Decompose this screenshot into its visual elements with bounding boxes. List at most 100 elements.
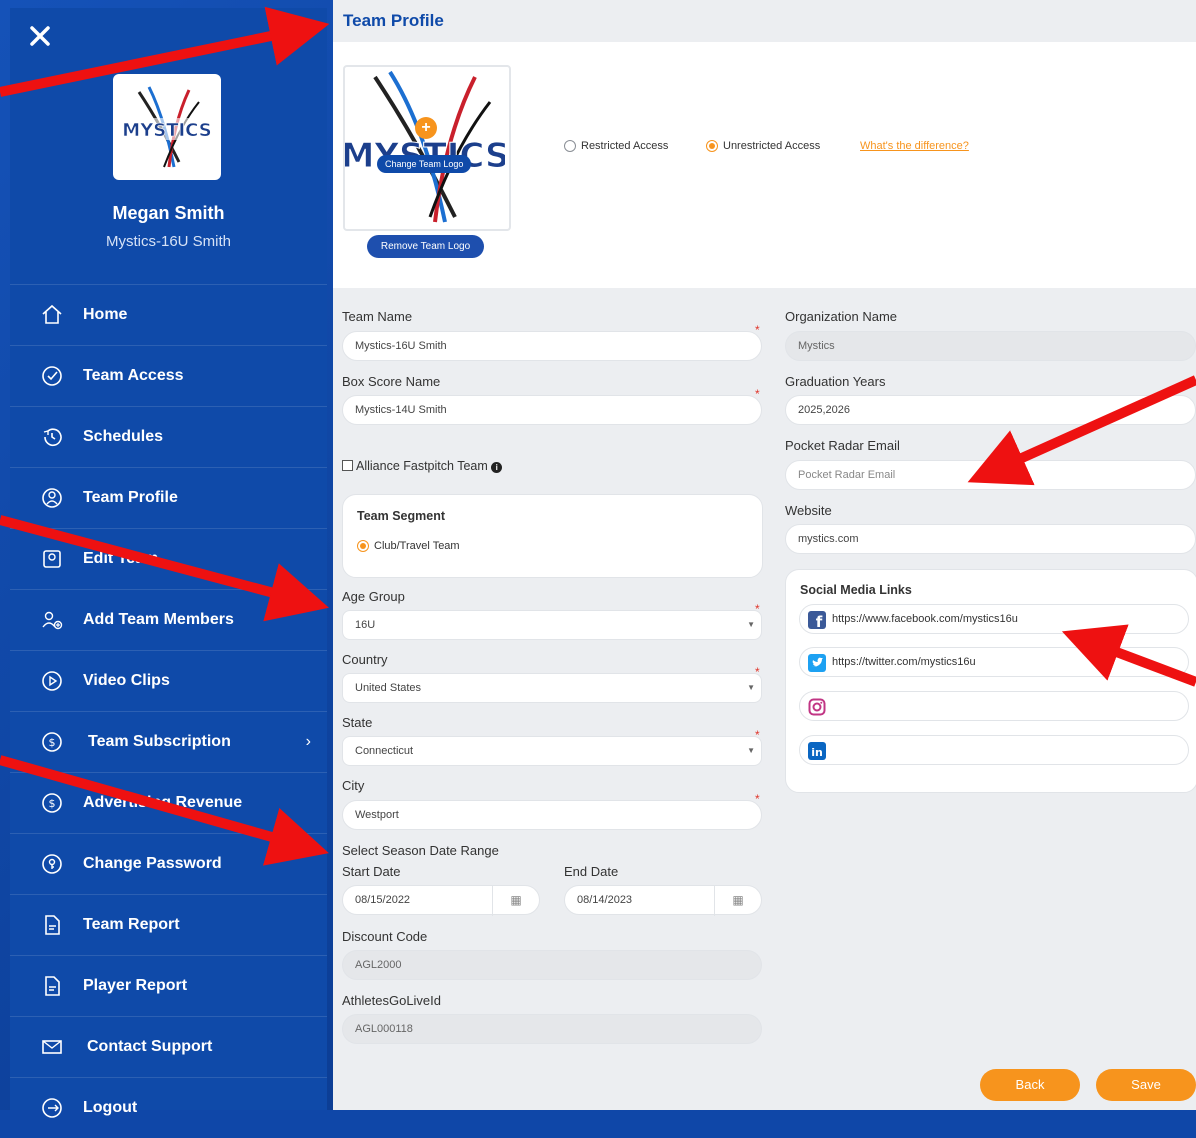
title-bar: Team Profile (333, 0, 1196, 42)
sidebar-item-video-clips[interactable]: Video Clips (10, 650, 327, 711)
season-range-label: Select Season Date Range (342, 843, 499, 858)
facebook-icon: f (808, 611, 826, 631)
sidebar-item-add-team-members[interactable]: Add Team Members (10, 589, 327, 650)
box-score-label: Box Score Name (342, 374, 441, 389)
sidebar-item-home[interactable]: Home (10, 284, 327, 345)
add-members-icon (40, 608, 64, 632)
country-select[interactable]: United States ▼ (342, 673, 762, 703)
end-date-value: 08/14/2023 (577, 894, 633, 906)
pocket-radar-email-input[interactable]: Pocket Radar Email (785, 460, 1196, 490)
state-label: State (342, 715, 373, 730)
restricted-access-option[interactable]: Restricted Access (564, 140, 669, 153)
instagram-icon (808, 698, 826, 716)
sidebar-item-label: Team Access (83, 367, 184, 384)
password-key-icon (40, 852, 64, 876)
calendar-icon[interactable]: ▦ (492, 886, 539, 916)
discount-code-input: AGL2000 (342, 950, 762, 980)
linkedin-icon: in (808, 742, 826, 760)
close-icon[interactable] (26, 22, 54, 50)
sidebar-item-logout[interactable]: Logout (10, 1077, 327, 1138)
city-label: City (342, 778, 365, 793)
start-date-input[interactable]: 08/15/2022 ▦ (342, 885, 540, 916)
start-date-label: Start Date (342, 864, 401, 879)
whats-the-difference-link[interactable]: What's the difference? (860, 140, 969, 152)
svg-text:MYSTICS: MYSTICS (122, 120, 211, 141)
club-travel-radio[interactable] (357, 540, 369, 553)
agl-id-input: AGL000118 (342, 1014, 762, 1044)
twitter-input[interactable]: https://twitter.com/mystics16u (799, 647, 1189, 677)
start-date-value: 08/15/2022 (355, 894, 411, 906)
calendar-icon[interactable]: ▦ (714, 886, 761, 916)
sidebar: MYSTICS Megan Smith Mystics-16U Smith Ho… (10, 8, 327, 1118)
play-circle-icon (40, 669, 64, 693)
state-select[interactable]: Connecticut ▼ (342, 736, 762, 766)
team-name-input[interactable]: Mystics-16U Smith (342, 331, 762, 361)
home-icon (40, 303, 64, 327)
svg-text:in: in (811, 746, 823, 759)
country-value: United States (355, 682, 422, 694)
city-input[interactable]: Westport (342, 800, 762, 830)
twitter-icon (808, 654, 826, 672)
website-label: Website (785, 503, 832, 518)
sidebar-item-team-report[interactable]: Team Report (10, 894, 327, 955)
alliance-checkbox-row[interactable]: Alliance Fastpitch Team i (342, 459, 503, 473)
grad-years-input[interactable]: 2025,2026 (785, 395, 1196, 425)
age-group-label: Age Group (342, 589, 405, 604)
chevron-right-icon: › (305, 733, 311, 750)
mystics-logo: MYSTICS (345, 70, 509, 223)
add-logo-icon[interactable]: + (415, 117, 437, 139)
sidebar-item-label: Team Report (83, 916, 180, 933)
mail-icon (40, 1035, 64, 1059)
org-name-input: Mystics (785, 331, 1196, 361)
change-team-logo-button[interactable]: Change Team Logo (377, 155, 472, 173)
restricted-radio[interactable] (564, 140, 576, 153)
linkedin-input[interactable]: in (799, 735, 1189, 765)
unrestricted-access-option[interactable]: Unrestricted Access (706, 140, 820, 153)
facebook-input[interactable]: f https://www.facebook.com/mystics16u (799, 604, 1189, 634)
instagram-input[interactable] (799, 691, 1189, 721)
restricted-label: Restricted Access (581, 140, 669, 152)
age-group-select[interactable]: 16U ▼ (342, 610, 762, 640)
unrestricted-radio[interactable] (706, 140, 718, 153)
sidebar-item-player-report[interactable]: Player Report (10, 955, 327, 1016)
dollar-circle-icon: $ (40, 791, 64, 815)
document-icon (40, 974, 64, 998)
main-content: Team Profile MYSTICS + Change Team Logo … (333, 0, 1196, 1110)
sidebar-item-schedules[interactable]: Schedules (10, 406, 327, 467)
website-input[interactable]: mystics.com (785, 524, 1196, 554)
sidebar-item-change-password[interactable]: Change Password (10, 833, 327, 894)
sidebar-item-label: Video Clips (83, 672, 170, 689)
sidebar-item-team-access[interactable]: Team Access (10, 345, 327, 406)
social-media-box: Social Media Links f https://www.faceboo… (785, 569, 1196, 793)
alliance-checkbox[interactable] (342, 460, 353, 471)
social-title: Social Media Links (800, 583, 912, 597)
sidebar-item-advertising-revenue[interactable]: $ Advertising Revenue (10, 772, 327, 833)
box-score-input[interactable]: Mystics-14U Smith (342, 395, 762, 425)
age-group-value: 16U (355, 619, 376, 631)
svg-text:f: f (816, 613, 823, 629)
sidebar-item-team-profile[interactable]: Team Profile (10, 467, 327, 528)
sidebar-item-team-subscription[interactable]: $ Team Subscription › (10, 711, 327, 772)
end-date-input[interactable]: 08/14/2023 ▦ (564, 885, 762, 916)
remove-team-logo-button[interactable]: Remove Team Logo (367, 235, 484, 258)
team-logo[interactable]: MYSTICS + Change Team Logo (343, 65, 511, 231)
logo-panel: MYSTICS + Change Team Logo Remove Team L… (333, 42, 1196, 288)
sidebar-item-edit-team[interactable]: Edit Team (10, 528, 327, 589)
sidebar-item-contact-support[interactable]: Contact Support (10, 1016, 327, 1077)
sidebar-item-label: Change Password (83, 855, 222, 872)
svg-text:$: $ (49, 736, 56, 749)
sidebar-item-label: Home (83, 306, 128, 323)
state-value: Connecticut (355, 745, 414, 757)
pocket-radar-label: Pocket Radar Email (785, 438, 900, 453)
team-avatar: MYSTICS (113, 74, 221, 180)
grad-years-label: Graduation Years (785, 374, 886, 389)
segment-option[interactable]: Club/Travel Team (357, 540, 460, 553)
back-button[interactable]: Back (980, 1069, 1080, 1101)
chevron-down-icon: ▼ (747, 620, 755, 629)
org-name-label: Organization Name (785, 309, 897, 324)
info-icon[interactable]: i (491, 462, 503, 473)
sidebar-item-label: Logout (83, 1099, 138, 1116)
save-button[interactable]: Save (1096, 1069, 1196, 1101)
team-name-label: Team Name (342, 309, 413, 324)
end-date-label: End Date (564, 864, 619, 879)
